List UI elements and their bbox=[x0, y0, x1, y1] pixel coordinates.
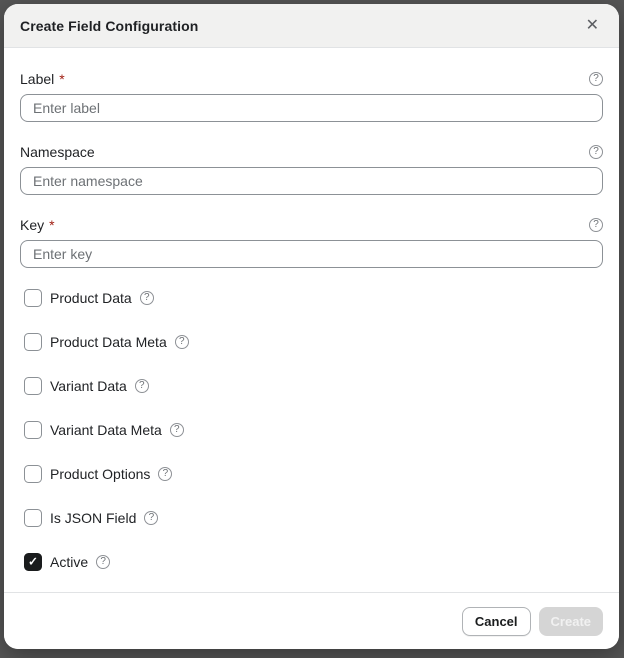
form-field: Namespace ? bbox=[20, 143, 603, 195]
checkbox-row[interactable]: Product Data Meta ? bbox=[24, 333, 603, 351]
check-icon: ✓ bbox=[27, 554, 39, 569]
checkbox[interactable] bbox=[24, 289, 42, 307]
field-label-row: Label * ? bbox=[20, 70, 603, 87]
help-icon[interactable]: ? bbox=[96, 555, 111, 569]
checkbox-row[interactable]: Is JSON Field ? bbox=[24, 509, 603, 527]
checkbox-label: Variant Data bbox=[50, 378, 127, 394]
help-icon[interactable]: ? bbox=[158, 467, 173, 481]
form-field: Key * ? bbox=[20, 216, 603, 268]
help-icon[interactable]: ? bbox=[139, 291, 154, 305]
text-input[interactable] bbox=[20, 167, 603, 195]
checkbox[interactable] bbox=[24, 509, 42, 527]
help-icon[interactable]: ? bbox=[589, 144, 603, 159]
field-label: Label * bbox=[20, 71, 65, 87]
checkbox-row[interactable]: Variant Data Meta ? bbox=[24, 421, 603, 439]
checkbox-label: Product Data bbox=[50, 290, 132, 306]
field-label-text: Key bbox=[20, 216, 45, 233]
checkbox-row[interactable]: Product Data ? bbox=[24, 289, 603, 307]
field-label-text: Label bbox=[20, 70, 55, 87]
text-input[interactable] bbox=[20, 94, 603, 122]
checkbox[interactable] bbox=[24, 377, 42, 395]
help-icon[interactable]: ? bbox=[174, 335, 189, 349]
required-asterisk: * bbox=[49, 216, 55, 233]
checkbox-label: Active bbox=[50, 554, 89, 570]
field-label-text: Namespace bbox=[20, 143, 95, 160]
checkboxes-section: Product Data ? Product Data Meta ? Varia… bbox=[20, 289, 603, 571]
fields-section: Label * ? Namespace ? Key * ? bbox=[20, 70, 603, 268]
modal-footer: Cancel Create bbox=[4, 592, 619, 649]
required-asterisk: * bbox=[59, 70, 65, 87]
create-button[interactable]: Create bbox=[538, 606, 603, 636]
checkbox-label: Product Data Meta bbox=[50, 334, 167, 350]
checkbox[interactable] bbox=[24, 421, 42, 439]
checkbox-row[interactable]: Variant Data ? bbox=[24, 377, 603, 395]
help-icon[interactable]: ? bbox=[589, 217, 603, 232]
modal-content: Label * ? Namespace ? Key * ? P bbox=[4, 48, 619, 592]
help-icon[interactable]: ? bbox=[169, 423, 184, 437]
field-label: Key * bbox=[20, 217, 55, 233]
checkbox-row[interactable]: Product Options ? bbox=[24, 465, 603, 483]
checkbox-row[interactable]: ✓ Active ? bbox=[24, 553, 603, 571]
modal-title: Create Field Configuration bbox=[20, 17, 199, 34]
checkbox[interactable]: ✓ bbox=[24, 553, 42, 571]
help-icon[interactable]: ? bbox=[589, 71, 603, 86]
field-label-row: Key * ? bbox=[20, 216, 603, 233]
help-icon[interactable]: ? bbox=[134, 379, 149, 393]
checkbox-label: Is JSON Field bbox=[50, 510, 137, 526]
cancel-button[interactable]: Cancel bbox=[461, 606, 531, 636]
close-button[interactable]: ✕ bbox=[582, 16, 603, 36]
checkbox-label: Variant Data Meta bbox=[50, 422, 162, 438]
checkbox[interactable] bbox=[24, 465, 42, 483]
help-icon[interactable]: ? bbox=[144, 511, 159, 525]
close-icon: ✕ bbox=[585, 16, 599, 34]
create-field-configuration-modal: Create Field Configuration ✕ Label * ? N… bbox=[4, 4, 619, 649]
checkbox[interactable] bbox=[24, 333, 42, 351]
field-label-row: Namespace ? bbox=[20, 143, 603, 160]
checkbox-label: Product Options bbox=[50, 466, 151, 482]
form-field: Label * ? bbox=[20, 70, 603, 122]
modal-header: Create Field Configuration ✕ bbox=[4, 4, 619, 48]
text-input[interactable] bbox=[20, 240, 603, 268]
field-label: Namespace bbox=[20, 144, 95, 160]
modal-overlay: { "modal": { "title": "Create Field Conf… bbox=[0, 0, 624, 658]
